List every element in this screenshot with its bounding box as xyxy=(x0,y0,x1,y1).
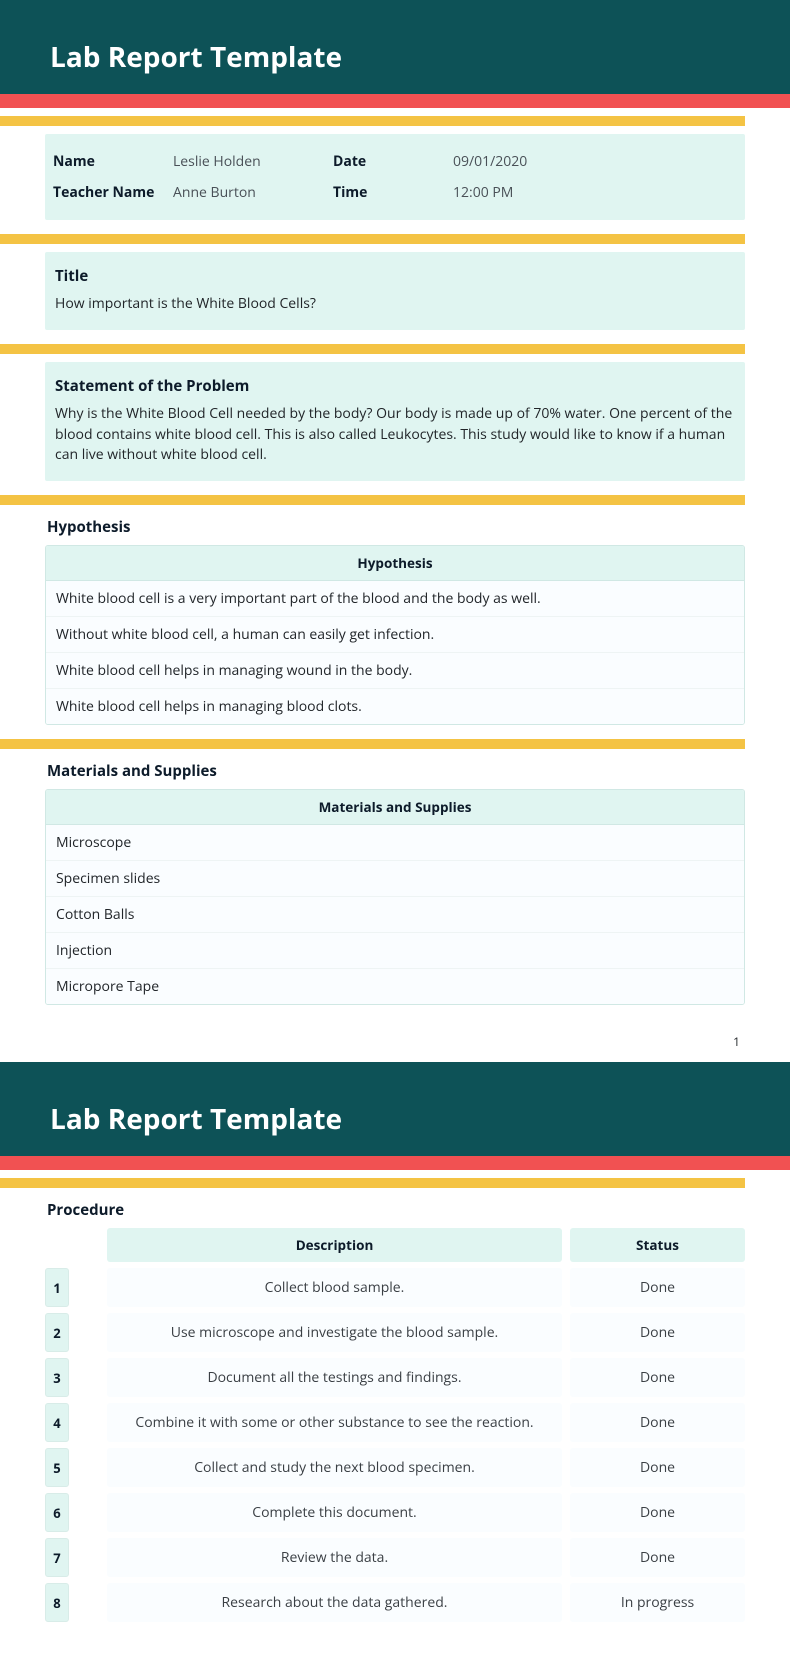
problem-text: Why is the White Blood Cell needed by th… xyxy=(55,404,735,465)
name-label: Name xyxy=(53,152,163,171)
procedure-status: Done xyxy=(570,1403,745,1442)
procedure-step-number: 2 xyxy=(45,1313,69,1352)
procedure-description: Collect blood sample. xyxy=(107,1268,562,1307)
procedure-status: Done xyxy=(570,1268,745,1307)
accent-strip xyxy=(0,1156,790,1170)
procedure-description: Complete this document. xyxy=(107,1493,562,1532)
table-row: White blood cell is a very important par… xyxy=(46,581,744,616)
procedure-description: Document all the testings and findings. xyxy=(107,1358,562,1397)
hypothesis-table: Hypothesis White blood cell is a very im… xyxy=(45,545,745,725)
procedure-description: Collect and study the next blood specime… xyxy=(107,1448,562,1487)
divider xyxy=(0,344,745,354)
page-title: Lab Report Template xyxy=(50,38,740,76)
problem-label: Statement of the Problem xyxy=(55,376,735,396)
table-row: Specimen slides xyxy=(46,860,744,896)
materials-heading: Materials and Supplies xyxy=(47,761,745,781)
page-title: Lab Report Template xyxy=(50,1100,740,1138)
materials-table: Materials and Supplies MicroscopeSpecime… xyxy=(45,789,745,1005)
hypothesis-heading: Hypothesis xyxy=(47,517,745,537)
accent-strip xyxy=(0,94,790,108)
content: Procedure Description Status 1 Collect bl… xyxy=(0,1178,790,1622)
divider xyxy=(0,739,745,749)
time-value: 12:00 PM xyxy=(453,183,583,202)
page-2: Lab Report Template Procedure Descriptio… xyxy=(0,1062,790,1622)
procedure-header-row: Description Status xyxy=(45,1228,745,1262)
procedure-row: 5 Collect and study the next blood specim… xyxy=(45,1448,745,1487)
date-value: 09/01/2020 xyxy=(453,152,583,171)
title-label: Title xyxy=(55,266,735,286)
page-number: 1 xyxy=(0,1005,790,1062)
procedure-status-col: Status xyxy=(570,1228,745,1262)
divider xyxy=(0,495,745,505)
table-row: White blood cell helps in managing wound… xyxy=(46,652,744,688)
procedure-row: 7 Review the data.Done xyxy=(45,1538,745,1577)
date-label: Date xyxy=(333,152,443,171)
hypothesis-col: Hypothesis xyxy=(46,546,744,581)
procedure-step-number: 1 xyxy=(45,1268,69,1307)
procedure-desc-col: Description xyxy=(107,1228,562,1262)
name-value: Leslie Holden xyxy=(173,152,323,171)
procedure-status: In progress xyxy=(570,1583,745,1622)
procedure-heading: Procedure xyxy=(47,1200,745,1220)
procedure-status: Done xyxy=(570,1358,745,1397)
divider xyxy=(0,234,745,244)
procedure-row: 2 Use microscope and investigate the bloo… xyxy=(45,1313,745,1352)
procedure-step-number: 6 xyxy=(45,1493,69,1532)
info-box: Name Leslie Holden Date 09/01/2020 Teach… xyxy=(45,134,745,220)
procedure-step-number: 3 xyxy=(45,1358,69,1397)
title-section: Title How important is the White Blood C… xyxy=(45,252,745,330)
procedure-row: 3 Document all the testings and findings.… xyxy=(45,1358,745,1397)
teacher-value: Anne Burton xyxy=(173,183,323,202)
procedure-status: Done xyxy=(570,1448,745,1487)
table-row: Without white blood cell, a human can ea… xyxy=(46,616,744,652)
table-row: Injection xyxy=(46,932,744,968)
procedure-status: Done xyxy=(570,1538,745,1577)
table-row: Cotton Balls xyxy=(46,896,744,932)
content: Name Leslie Holden Date 09/01/2020 Teach… xyxy=(0,116,790,1005)
materials-col: Materials and Supplies xyxy=(46,790,744,825)
problem-section: Statement of the Problem Why is the Whit… xyxy=(45,362,745,481)
table-row: Micropore Tape xyxy=(46,968,744,1004)
divider xyxy=(0,1178,745,1188)
procedure-row: 8 Research about the data gathered.In pro… xyxy=(45,1583,745,1622)
procedure-row: 1 Collect blood sample.Done xyxy=(45,1268,745,1307)
page-1: Lab Report Template Name Leslie Holden D… xyxy=(0,0,790,1062)
title-text: How important is the White Blood Cells? xyxy=(55,294,735,314)
table-row: White blood cell helps in managing blood… xyxy=(46,688,744,724)
procedure-row: 4 Combine it with some or other substance… xyxy=(45,1403,745,1442)
table-row: Microscope xyxy=(46,825,744,860)
time-label: Time xyxy=(333,183,443,202)
procedure-status: Done xyxy=(570,1313,745,1352)
header: Lab Report Template xyxy=(0,0,790,94)
procedure-row: 6 Complete this document.Done xyxy=(45,1493,745,1532)
teacher-label: Teacher Name xyxy=(53,183,163,202)
procedure-description: Research about the data gathered. xyxy=(107,1583,562,1622)
header: Lab Report Template xyxy=(0,1062,790,1156)
procedure-description: Review the data. xyxy=(107,1538,562,1577)
procedure-step-number: 4 xyxy=(45,1403,69,1442)
procedure-description: Use microscope and investigate the blood… xyxy=(107,1313,562,1352)
procedure-step-number: 5 xyxy=(45,1448,69,1487)
divider xyxy=(0,116,745,126)
procedure-step-number: 8 xyxy=(45,1583,69,1622)
procedure-description: Combine it with some or other substance … xyxy=(107,1403,562,1442)
procedure-step-number: 7 xyxy=(45,1538,69,1577)
procedure-status: Done xyxy=(570,1493,745,1532)
spacer xyxy=(45,1228,69,1262)
